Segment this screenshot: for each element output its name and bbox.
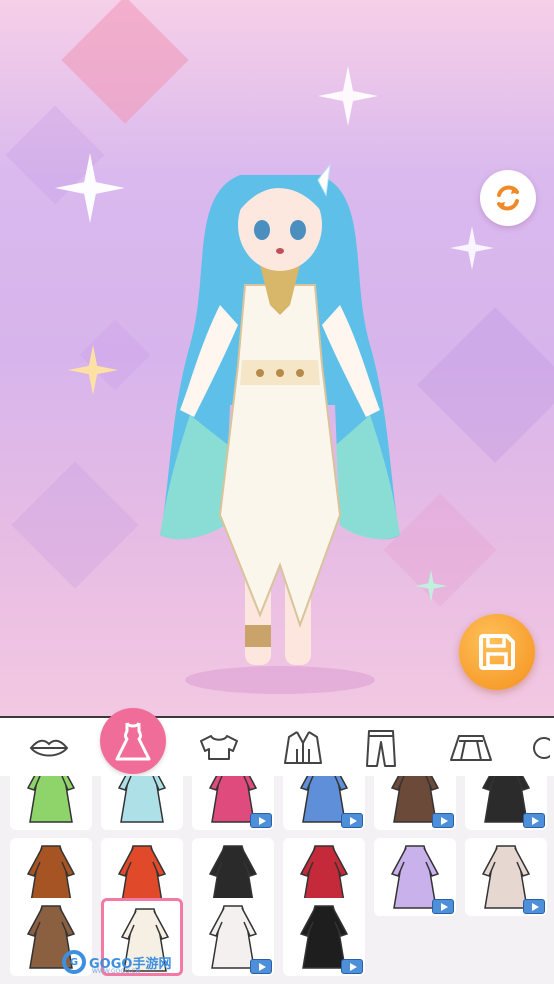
video-ad-icon [250, 959, 272, 974]
sparkle-icon [318, 66, 378, 126]
category-tab-bar [0, 708, 554, 778]
outfit-item[interactable] [283, 898, 365, 976]
save-button[interactable] [459, 614, 535, 690]
outfit-item[interactable] [192, 776, 274, 830]
watermark-logo: G GOGO手游网 WWW.GOGO.CN [62, 948, 171, 976]
outfit-item[interactable] [465, 838, 547, 916]
outfit-item[interactable] [374, 838, 456, 916]
tab-dress[interactable] [100, 708, 166, 774]
lips-icon [29, 739, 69, 757]
video-ad-icon [432, 899, 454, 914]
tab-jacket[interactable] [268, 718, 338, 778]
video-ad-icon [341, 813, 363, 828]
tab-lips[interactable] [14, 718, 84, 778]
pants-icon [366, 730, 396, 767]
accessory-icon [533, 737, 550, 759]
decor-diamond [61, 0, 189, 124]
video-ad-icon [523, 813, 545, 828]
decor-diamond [417, 307, 554, 463]
tab-skirt[interactable] [436, 718, 506, 778]
decor-diamond [11, 461, 139, 589]
dress-icon [115, 722, 151, 761]
outfit-item[interactable] [465, 776, 547, 830]
outfit-item[interactable] [374, 776, 456, 830]
sparkle-icon [55, 153, 125, 223]
outfit-item[interactable] [283, 776, 365, 830]
crop-top-icon [200, 735, 238, 760]
outfit-item[interactable] [192, 898, 274, 976]
outfit-item[interactable] [10, 776, 92, 830]
video-ad-icon [432, 813, 454, 828]
character-doll [160, 163, 400, 694]
video-ad-icon [523, 899, 545, 914]
watermark-url: WWW.GOGO.CN [92, 968, 141, 975]
watermark-logo-mark: G [62, 950, 86, 974]
sparkle-icon [450, 226, 494, 270]
tab-top[interactable] [184, 718, 254, 778]
outfit-item[interactable] [101, 776, 183, 830]
sparkle-icon [68, 345, 118, 395]
outfit-thumbnail [26, 776, 76, 823]
skirt-icon [450, 735, 492, 761]
floppy-disk-icon [479, 634, 515, 670]
sparkle-icon [415, 570, 447, 602]
tab-more[interactable] [520, 718, 554, 778]
outfit-thumbnail [117, 776, 167, 823]
jacket-icon [284, 731, 322, 764]
refresh-icon [497, 185, 519, 211]
video-ad-icon [341, 959, 363, 974]
video-ad-icon [250, 813, 272, 828]
dress-up-stage [0, 0, 554, 716]
refresh-button[interactable] [480, 170, 536, 226]
tab-pants[interactable] [346, 718, 416, 778]
